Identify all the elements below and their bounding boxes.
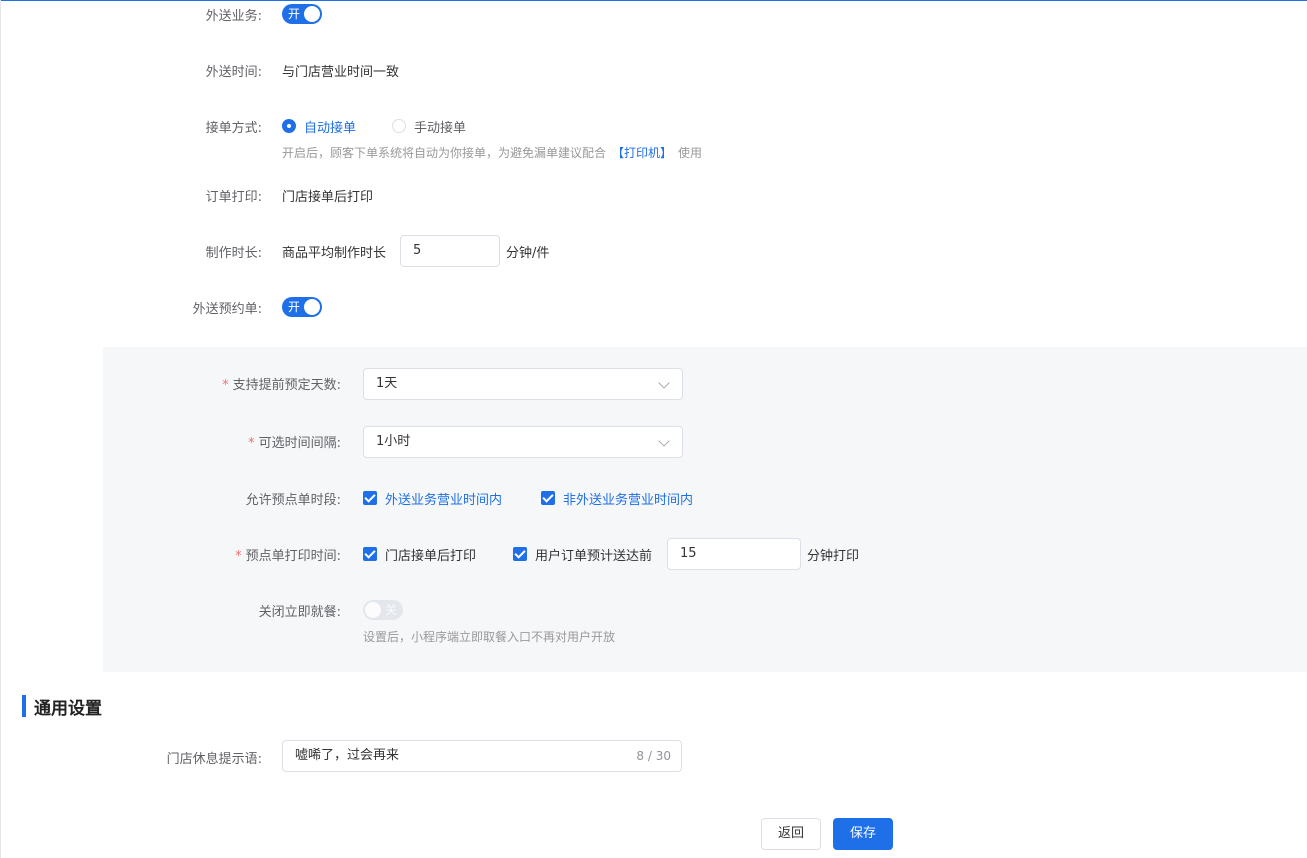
make-duration-prefix: 商品平均制作时长	[282, 246, 387, 261]
advance-days-select[interactable]: 1天	[363, 368, 683, 400]
print-before-delivery-checkbox[interactable]	[513, 547, 527, 561]
accept-mode-label: 接单方式:	[205, 121, 262, 136]
required-mark: *	[235, 549, 242, 564]
close-instant-dining-switch[interactable]: 关	[363, 600, 403, 620]
advance-days-label: * 支持提前预定天数:	[222, 374, 341, 393]
char-counter: 8 / 30	[636, 749, 671, 763]
accept-auto-label[interactable]: 自动接单	[304, 117, 356, 136]
switch-text: 开	[288, 7, 301, 21]
chevron-down-icon	[658, 377, 670, 389]
print-before-delivery-label[interactable]: 用户订单预计送达前	[535, 545, 652, 564]
time-interval-value: 1小时	[376, 434, 411, 449]
delivery-time-label: 外送时间:	[205, 65, 262, 80]
accept-manual-radio[interactable]	[392, 119, 406, 133]
print-after-accept-label[interactable]: 门店接单后打印	[385, 545, 476, 564]
period-out-label[interactable]: 非外送业务营业时间内	[563, 489, 693, 508]
section-accent-bar	[22, 695, 26, 717]
preorder-print-label: * 预点单打印时间:	[235, 545, 341, 564]
accept-auto-radio[interactable]	[282, 119, 296, 133]
rest-message-label: 门店休息提示语:	[166, 752, 262, 767]
period-in-checkbox[interactable]	[363, 491, 377, 505]
delivery-business-label: 外送业务:	[205, 9, 262, 24]
rest-message-value: 嘘唏了，过会再来	[295, 748, 400, 763]
make-duration-input[interactable]: 5	[400, 235, 500, 267]
time-interval-select[interactable]: 1小时	[363, 426, 683, 458]
accept-mode-hint: 开启后，顾客下单系统将自动为你接单，为避免漏单建议配合 【打印机】 使用	[282, 144, 702, 161]
preorder-print-label-text: 预点单打印时间:	[245, 549, 341, 564]
back-button[interactable]: 返回	[761, 818, 821, 850]
period-in-label[interactable]: 外送业务营业时间内	[385, 489, 502, 508]
switch-text: 开	[288, 300, 301, 314]
print-minutes-unit: 分钟打印	[807, 549, 860, 564]
accept-hint-suffix: 使用	[678, 146, 703, 160]
reservation-label: 外送预约单:	[192, 302, 262, 317]
make-duration-unit: 分钟/件	[506, 246, 550, 261]
switch-text: 关	[384, 603, 397, 617]
switch-knob	[365, 602, 381, 618]
reservation-settings-panel	[103, 347, 1307, 672]
print-after-accept-checkbox[interactable]	[363, 547, 377, 561]
required-mark: *	[222, 378, 229, 393]
accept-manual-label[interactable]: 手动接单	[414, 117, 466, 136]
close-instant-dining-hint: 设置后，小程序端立即取餐入口不再对用户开放	[363, 630, 616, 644]
required-mark: *	[248, 436, 255, 451]
printer-link[interactable]: 【打印机】	[612, 146, 672, 160]
advance-days-value: 1天	[376, 376, 398, 391]
reservation-switch[interactable]: 开	[282, 297, 322, 317]
accept-hint-text: 开启后，顾客下单系统将自动为你接单，为避免漏单建议配合	[282, 146, 607, 160]
close-instant-dining-label: 关闭立即就餐:	[258, 605, 341, 620]
make-duration-label: 制作时长:	[205, 246, 262, 261]
delivery-business-switch[interactable]: 开	[282, 4, 322, 24]
advance-days-label-text: 支持提前预定天数:	[232, 378, 341, 393]
order-print-value: 门店接单后打印	[282, 190, 374, 205]
time-interval-label: * 可选时间间隔:	[248, 432, 341, 451]
rest-message-input[interactable]: 嘘唏了，过会再来 8 / 30	[282, 740, 682, 772]
save-button[interactable]: 保存	[833, 818, 893, 850]
delivery-time-value: 与门店营业时间一致	[282, 65, 400, 80]
print-minutes-input[interactable]: 15	[667, 538, 801, 570]
time-interval-label-text: 可选时间间隔:	[258, 436, 341, 451]
general-settings-title: 通用设置	[34, 699, 102, 719]
preorder-period-label: 允许预点单时段:	[245, 493, 341, 508]
top-border	[0, 0, 1307, 1]
period-out-checkbox[interactable]	[541, 491, 555, 505]
left-border	[0, 0, 1, 858]
switch-knob	[304, 299, 320, 315]
switch-knob	[304, 6, 320, 22]
order-print-label: 订单打印:	[205, 190, 262, 205]
chevron-down-icon	[658, 435, 670, 447]
